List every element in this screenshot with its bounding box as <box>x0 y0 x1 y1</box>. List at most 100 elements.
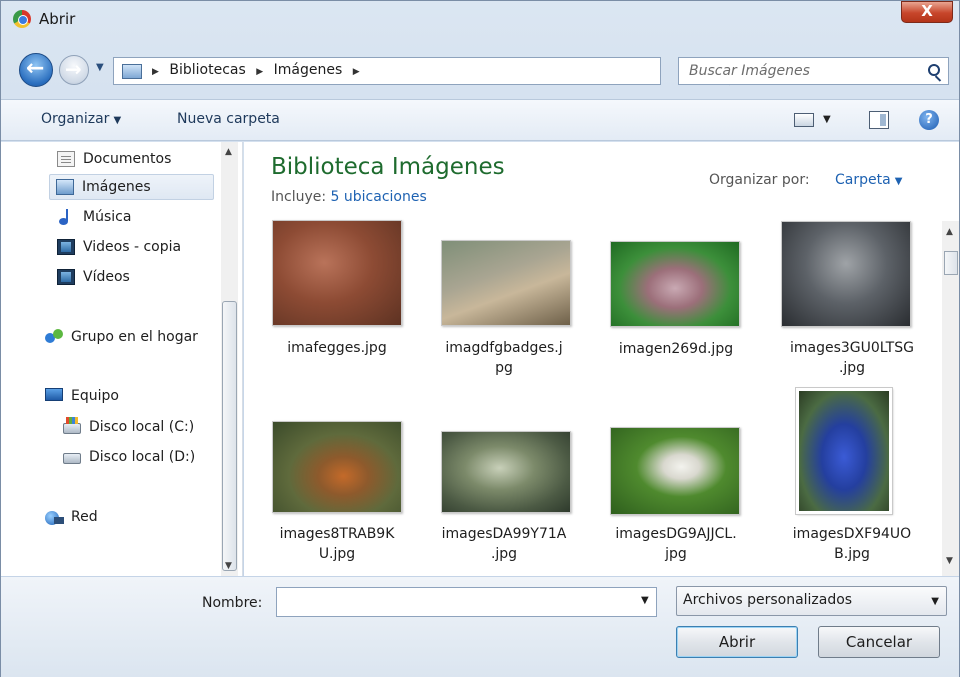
file-name: imagdfgbadges.j pg <box>445 340 563 376</box>
close-button[interactable]: X <box>901 1 953 23</box>
drive-icon <box>63 453 81 464</box>
nav-item-label: Disco local (D:) <box>89 449 196 465</box>
scroll-down-arrow-icon[interactable]: ▼ <box>225 561 232 571</box>
file-name: imagesDXF94UO B.jpg <box>792 526 912 562</box>
arrange-by-dropdown[interactable]: Carpeta ▼ <box>835 172 902 188</box>
file-tile[interactable]: imagen269d.jpg <box>599 241 769 381</box>
organize-label: Organizar <box>41 111 110 127</box>
scroll-up-arrow-icon[interactable]: ▲ <box>225 147 232 157</box>
open-file-dialog: Abrir X ▼ ▶ Bibliotecas ▶ Imágenes ▶ ▼ ⇆… <box>0 0 960 677</box>
nav-item-label: Videos - copia <box>83 239 182 255</box>
search-placeholder: Buscar Imágenes <box>689 63 810 79</box>
search-icon[interactable] <box>928 64 940 76</box>
back-button[interactable] <box>19 53 53 87</box>
filename-dropdown-icon[interactable]: ▼ <box>641 595 649 606</box>
chevron-down-icon: ▼ <box>894 176 903 187</box>
recent-pages-dropdown-icon[interactable]: ▼ <box>96 62 104 73</box>
preview-pane-icon[interactable] <box>869 111 889 129</box>
chevron-down-icon: ▼ <box>113 115 122 126</box>
nav-pane-scroll-thumb[interactable] <box>222 301 237 571</box>
breadcrumb-separator-icon[interactable]: ▶ <box>152 67 159 77</box>
nav-item-equipo[interactable]: Equipo <box>39 384 119 410</box>
navigation-pane: Documentos Imágenes Música Videos - copi… <box>1 142 243 576</box>
file-tile[interactable]: images3GU0LTSG .jpg <box>774 221 944 381</box>
file-thumbnail <box>272 421 402 513</box>
nav-item-label: Disco local (C:) <box>89 419 195 435</box>
filename-label: Nombre: <box>202 595 263 611</box>
file-thumbnail <box>441 240 571 326</box>
file-tile[interactable]: imagesDG9AJJCL. jpg <box>599 427 769 577</box>
title-bar: Abrir X <box>1 1 959 37</box>
scroll-down-arrow-icon[interactable]: ▼ <box>946 556 953 566</box>
search-input[interactable]: Buscar Imágenes <box>678 57 949 85</box>
drive-c-icon <box>63 417 81 434</box>
nav-item-homegroup[interactable]: Grupo en el hogar <box>39 325 198 351</box>
homegroup-icon <box>45 329 63 345</box>
library-includes: Incluye: 5 ubicaciones <box>271 189 427 205</box>
nav-item-label: Vídeos <box>83 269 130 285</box>
file-type-value: Archivos personalizados <box>683 592 853 608</box>
command-bar: Organizar ▼ Nueva carpeta ▼ ? <box>1 99 959 141</box>
open-button[interactable]: Abrir <box>676 626 798 658</box>
nav-item-disco-d[interactable]: Disco local (D:) <box>57 445 195 471</box>
breadcrumb: ▶ Bibliotecas ▶ Imágenes ▶ <box>152 62 366 78</box>
file-thumbnail <box>272 220 402 326</box>
file-tile[interactable]: imagdfgbadges.j pg <box>424 240 594 380</box>
breadcrumb-separator-icon[interactable]: ▶ <box>256 67 263 77</box>
nav-item-musica[interactable]: Música <box>51 205 131 231</box>
file-thumbnail <box>610 427 740 515</box>
locations-link[interactable]: 5 ubicaciones <box>331 189 427 205</box>
navigation-bar: ▼ ▶ Bibliotecas ▶ Imágenes ▶ ▼ ⇆ Buscar … <box>1 45 959 97</box>
video-icon <box>57 239 75 255</box>
nav-item-videos[interactable]: Vídeos <box>51 265 130 291</box>
nav-item-documentos[interactable]: Documentos <box>51 147 171 173</box>
arrange-by-value: Carpeta <box>835 172 891 188</box>
chevron-down-icon: ▼ <box>931 596 939 607</box>
nav-item-red[interactable]: Red <box>39 505 98 531</box>
forward-button[interactable] <box>59 55 89 85</box>
computer-icon <box>45 388 63 401</box>
file-tile[interactable]: imafegges.jpg <box>268 220 438 380</box>
nav-item-imagenes[interactable]: Imágenes <box>49 174 214 200</box>
nav-item-disco-c[interactable]: Disco local (C:) <box>57 415 194 441</box>
scroll-up-arrow-icon[interactable]: ▲ <box>946 227 953 237</box>
cancel-button[interactable]: Cancelar <box>818 626 940 658</box>
pictures-icon <box>56 179 74 195</box>
file-name: images3GU0LTSG .jpg <box>790 340 914 376</box>
file-list-scroll-thumb[interactable] <box>944 251 958 275</box>
video-icon <box>57 269 75 285</box>
nav-item-label: Imágenes <box>82 179 151 195</box>
nav-item-label: Red <box>71 509 98 525</box>
help-icon[interactable]: ? <box>919 110 939 130</box>
file-name: images8TRAB9K U.jpg <box>279 526 395 562</box>
view-dropdown-icon[interactable]: ▼ <box>823 114 831 125</box>
file-tile[interactable]: imagesDXF94UO B.jpg <box>774 387 944 578</box>
breadcrumb-separator-icon[interactable]: ▶ <box>353 67 360 77</box>
filename-input[interactable] <box>276 587 657 617</box>
breadcrumb-bibliotecas[interactable]: Bibliotecas <box>169 62 245 78</box>
music-icon <box>57 209 75 225</box>
address-bar[interactable]: ▶ Bibliotecas ▶ Imágenes ▶ ▼ ⇆ <box>113 57 766 87</box>
file-tile[interactable]: images8TRAB9K U.jpg <box>268 421 438 581</box>
file-thumbnail <box>610 241 740 327</box>
change-view-icon[interactable] <box>794 113 814 127</box>
dialog-footer: Nombre: ▼ Archivos personalizados ▼ Abri… <box>1 577 959 677</box>
file-name: imagesDA99Y71A .jpg <box>441 526 567 562</box>
new-folder-button[interactable]: Nueva carpeta <box>177 111 280 127</box>
breadcrumb-imagenes[interactable]: Imágenes <box>274 62 343 78</box>
network-icon <box>45 509 64 525</box>
file-name: imafegges.jpg <box>287 340 387 356</box>
library-folder-icon <box>122 64 142 79</box>
file-list-pane: Biblioteca Imágenes Incluye: 5 ubicacion… <box>244 142 959 576</box>
file-thumbnail <box>781 221 911 327</box>
organize-menu-button[interactable]: Organizar ▼ <box>41 111 121 127</box>
nav-item-videos-copia[interactable]: Videos - copia <box>51 235 181 261</box>
file-type-select[interactable]: Archivos personalizados ▼ <box>676 586 947 616</box>
nav-item-label: Equipo <box>71 388 119 404</box>
document-icon <box>57 151 75 167</box>
includes-label: Incluye: <box>271 189 327 205</box>
nav-item-label: Documentos <box>83 151 172 167</box>
window-title: Abrir <box>39 10 76 28</box>
file-tile[interactable]: imagesDA99Y71A .jpg <box>424 431 594 581</box>
file-thumbnail <box>795 387 893 515</box>
